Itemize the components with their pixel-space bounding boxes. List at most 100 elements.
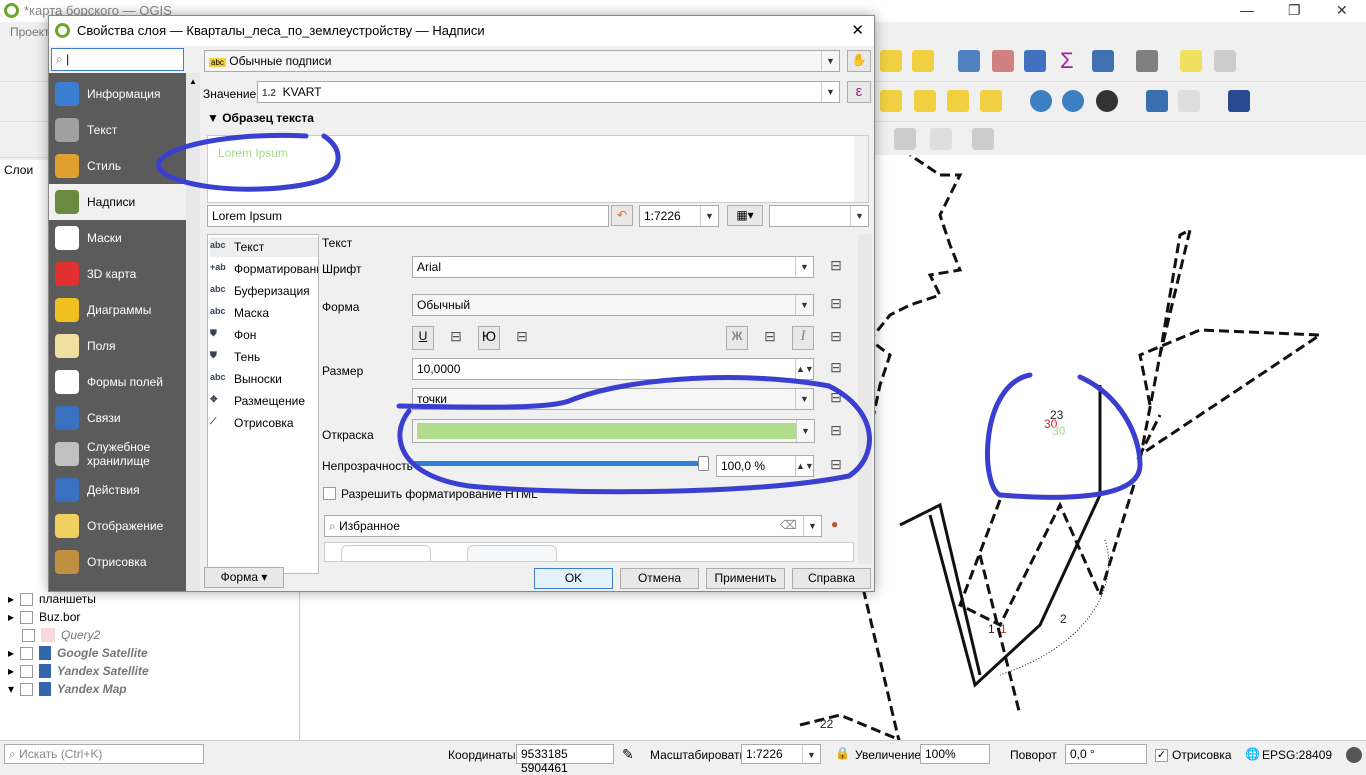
sidebar-item-11[interactable]: Служебное хранилище	[49, 436, 186, 472]
layer-checkbox[interactable]	[20, 610, 34, 624]
split-icon[interactable]	[972, 128, 994, 150]
subtab-1[interactable]: abc Текст	[210, 237, 318, 257]
rotation-field[interactable]: 0,0 °	[1065, 744, 1147, 764]
layer-checkbox[interactable]	[20, 682, 34, 696]
close-button[interactable]: ✕	[1336, 2, 1348, 19]
label-pin-icon[interactable]	[914, 90, 936, 112]
layer-checkbox[interactable]	[20, 664, 34, 678]
opacity-slider[interactable]	[412, 456, 709, 471]
attribute-table-icon[interactable]	[992, 50, 1014, 72]
clear-icon[interactable]: ⌫	[780, 518, 797, 532]
magnifier-field[interactable]: 100%	[920, 744, 990, 764]
binoculars-icon[interactable]	[1096, 90, 1118, 112]
select-location-icon[interactable]	[912, 50, 934, 72]
underline-button[interactable]: U	[412, 326, 434, 350]
plugin-icon[interactable]	[1178, 90, 1200, 112]
size-unit-select[interactable]: точки ▼	[412, 388, 814, 410]
style-select[interactable]: Обычный ▼	[412, 294, 814, 316]
sidebar-item-3[interactable]: Стиль	[49, 148, 186, 184]
panel-scrollbar[interactable]	[858, 234, 872, 564]
sidebar-item-13[interactable]: Отображение	[49, 508, 186, 544]
vertex-icon[interactable]	[930, 128, 952, 150]
measure-icon[interactable]	[1136, 50, 1158, 72]
help-button[interactable]: Справка	[792, 568, 871, 589]
data-defined-override-icon[interactable]: ⊟	[825, 257, 847, 277]
expand-icon[interactable]: ▸	[8, 646, 14, 660]
opacity-spinbox[interactable]: 100,0 % ▲▼	[716, 455, 814, 477]
crs-label[interactable]: EPSG:28409	[1262, 748, 1332, 762]
locator-search-input[interactable]: ⌕ Искать (Ctrl+K)	[4, 744, 204, 764]
subtab-3[interactable]: abc Буферизация	[210, 281, 318, 301]
label-show-icon[interactable]	[947, 90, 969, 112]
coords-field[interactable]: 9533185 5904461	[516, 744, 614, 775]
table-icon[interactable]	[1092, 50, 1114, 72]
coords-toggle-icon[interactable]: ✎	[622, 746, 634, 763]
label-tool-icon[interactable]	[880, 90, 902, 112]
reset-sample-button[interactable]: ↶	[611, 205, 633, 226]
sidebar-item-2[interactable]: Текст	[49, 112, 186, 148]
sidebar-scrollbar[interactable]: ▲	[186, 73, 200, 591]
expand-icon[interactable]: ▾	[8, 682, 14, 696]
layer-name[interactable]: планшеты	[39, 592, 96, 606]
dialog-close-button[interactable]: ✕	[851, 21, 864, 39]
subtab-5[interactable]: ⛊ Фон	[210, 325, 318, 345]
favorite-style-item[interactable]	[341, 545, 431, 561]
labeling-mode-select[interactable]: abc Обычные подписи ▼	[204, 50, 840, 72]
data-defined-override-icon[interactable]: ⊟	[511, 328, 533, 348]
expand-icon[interactable]: ▸	[8, 592, 14, 606]
favorites-search-input[interactable]: ⌕ Избранное ⌫ ▼	[324, 515, 822, 537]
label-settings-button[interactable]: ✋	[847, 50, 871, 72]
minimize-button[interactable]: —	[1240, 2, 1254, 18]
allow-html-checkbox[interactable]	[323, 487, 336, 500]
value-field-select[interactable]: 1.2 KVART ▼	[257, 81, 840, 103]
subtab-8[interactable]: ✥ Размещение	[210, 391, 318, 411]
sidebar-item-8[interactable]: Поля	[49, 328, 186, 364]
cancel-button[interactable]: Отмена	[620, 568, 699, 589]
sidebar-item-9[interactable]: Формы полей	[49, 364, 186, 400]
label-move-icon[interactable]	[980, 90, 1002, 112]
crs-globe-icon[interactable]: 🌐	[1245, 747, 1260, 761]
preview-background-select[interactable]: ▼	[769, 205, 869, 227]
data-defined-override-icon[interactable]: ⊟	[825, 389, 847, 409]
layer-name[interactable]: Yandex Map	[57, 682, 127, 696]
select-icon[interactable]	[880, 50, 902, 72]
preview-scrollbar[interactable]	[854, 136, 868, 202]
render-checkbox[interactable]: ✓	[1155, 749, 1168, 762]
sidebar-item-10[interactable]: Связи	[49, 400, 186, 436]
sample-header[interactable]: ▼ Образец текста	[207, 111, 314, 125]
subtab-6[interactable]: ⛊ Тень	[210, 347, 318, 367]
data-defined-override-icon[interactable]: ⊟	[825, 456, 847, 476]
italic-button[interactable]: I	[792, 326, 814, 350]
apply-button[interactable]: Применить	[706, 568, 785, 589]
expand-icon[interactable]: ▸	[8, 610, 14, 624]
expression-button[interactable]: ε	[847, 81, 871, 103]
data-defined-override-icon[interactable]: ⊟	[825, 295, 847, 315]
data-defined-override-icon[interactable]: ⊟	[759, 328, 781, 348]
subtab-2[interactable]: +ab Форматирование	[210, 259, 318, 279]
messages-icon[interactable]	[1346, 747, 1362, 763]
globe-search-icon[interactable]	[1062, 90, 1084, 112]
bold-button[interactable]: Ж	[726, 326, 748, 350]
data-defined-override-icon[interactable]: ⊟	[825, 328, 847, 348]
menu-project[interactable]: Проект	[10, 25, 50, 39]
color-button[interactable]: ▼	[412, 419, 815, 443]
background-color-button[interactable]: ▦▾	[727, 205, 763, 226]
maximize-button[interactable]: ❐	[1288, 2, 1301, 19]
data-defined-override-icon[interactable]: ⊟	[445, 328, 467, 348]
annotation-icon[interactable]	[1180, 50, 1202, 72]
sidebar-item-7[interactable]: Диаграммы	[49, 292, 186, 328]
layer-checkbox[interactable]	[20, 592, 34, 606]
sidebar-item-5[interactable]: Маски	[49, 220, 186, 256]
sum-icon[interactable]: Σ	[1060, 48, 1074, 74]
data-defined-override-icon[interactable]: ⊟	[825, 359, 847, 379]
help-icon[interactable]	[1228, 90, 1250, 112]
scale-select[interactable]: 1:7226 ▼	[741, 744, 821, 764]
layer-name[interactable]: Yandex Satellite	[57, 664, 149, 678]
gear-icon[interactable]	[1024, 50, 1046, 72]
size-spinbox[interactable]: 10,0000 ▲▼	[412, 358, 814, 380]
strikeout-button[interactable]: Ю	[478, 326, 500, 350]
ok-button[interactable]: OK	[534, 568, 613, 589]
python-icon[interactable]	[1146, 90, 1168, 112]
subtab-7[interactable]: abc Выноски	[210, 369, 318, 389]
sidebar-item-12[interactable]: Действия	[49, 472, 186, 508]
